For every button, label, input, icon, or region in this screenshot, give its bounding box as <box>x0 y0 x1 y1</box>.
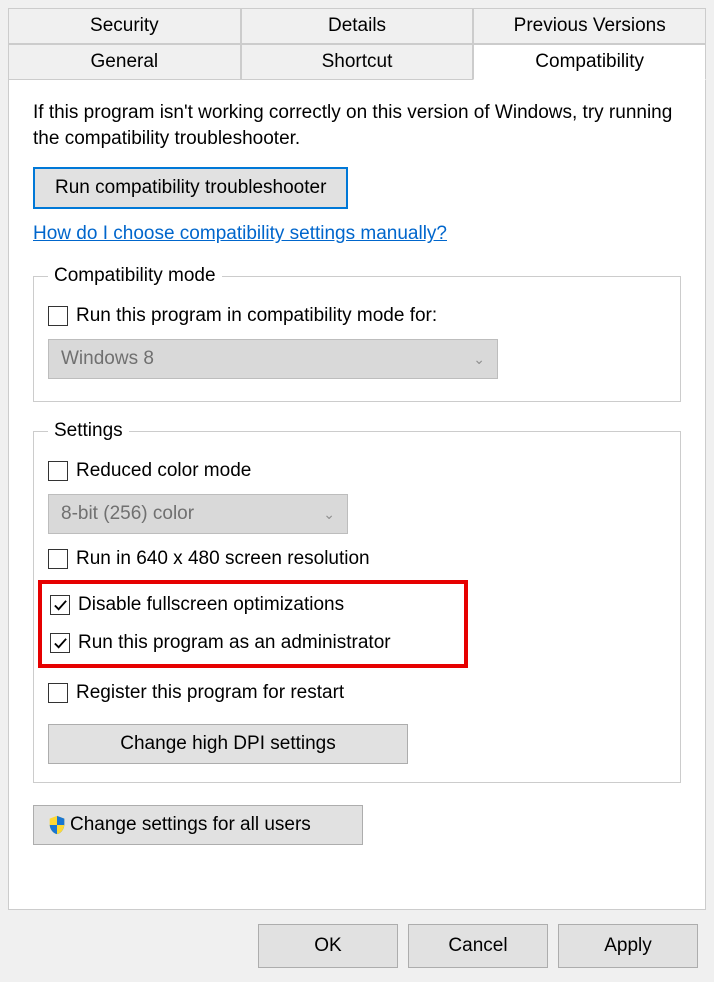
reduced-color-checkbox[interactable] <box>48 461 68 481</box>
shield-icon <box>46 814 68 836</box>
compatibility-mode-legend: Compatibility mode <box>48 265 222 287</box>
disable-fullscreen-checkbox[interactable] <box>50 595 70 615</box>
tab-compatibility[interactable]: Compatibility <box>473 44 706 80</box>
change-all-users-label: Change settings for all users <box>70 814 311 836</box>
reduced-color-label: Reduced color mode <box>76 460 251 482</box>
apply-button[interactable]: Apply <box>558 924 698 968</box>
tab-shortcut[interactable]: Shortcut <box>241 44 474 80</box>
chevron-down-icon: ⌄ <box>473 351 485 368</box>
register-restart-label: Register this program for restart <box>76 682 344 704</box>
compatibility-tab-panel: If this program isn't working correctly … <box>8 80 706 910</box>
run-as-admin-checkbox[interactable] <box>50 633 70 653</box>
intro-text: If this program isn't working correctly … <box>33 100 681 151</box>
cancel-button[interactable]: Cancel <box>408 924 548 968</box>
compat-mode-label: Run this program in compatibility mode f… <box>76 305 437 327</box>
chevron-down-icon: ⌄ <box>323 506 335 523</box>
compat-mode-checkbox[interactable] <box>48 306 68 326</box>
register-restart-checkbox[interactable] <box>48 683 68 703</box>
tab-security[interactable]: Security <box>8 8 241 44</box>
change-all-users-button[interactable]: Change settings for all users <box>33 805 363 845</box>
tab-details[interactable]: Details <box>241 8 474 44</box>
ok-button[interactable]: OK <box>258 924 398 968</box>
run-troubleshooter-button[interactable]: Run compatibility troubleshooter <box>33 167 348 209</box>
compat-mode-combo[interactable]: Windows 8 ⌄ <box>48 339 498 379</box>
compatibility-mode-group: Compatibility mode Run this program in c… <box>33 265 681 402</box>
properties-dialog: Security Details Previous Versions Gener… <box>0 0 714 982</box>
annotation-highlight: Disable fullscreen optimizations Run thi… <box>38 580 468 668</box>
run-640-checkbox[interactable] <box>48 549 68 569</box>
help-link[interactable]: How do I choose compatibility settings m… <box>33 223 447 245</box>
settings-legend: Settings <box>48 420 129 442</box>
run-640-label: Run in 640 x 480 screen resolution <box>76 548 370 570</box>
tab-strip: Security Details Previous Versions Gener… <box>8 8 706 80</box>
dialog-footer: OK Cancel Apply <box>8 910 706 982</box>
run-as-admin-label: Run this program as an administrator <box>78 632 391 654</box>
color-depth-combo-value: 8-bit (256) color <box>61 503 194 525</box>
tab-general[interactable]: General <box>8 44 241 80</box>
settings-group: Settings Reduced color mode 8-bit (256) … <box>33 420 681 783</box>
change-dpi-button[interactable]: Change high DPI settings <box>48 724 408 764</box>
tab-previous-versions[interactable]: Previous Versions <box>473 8 706 44</box>
compat-mode-combo-value: Windows 8 <box>61 348 154 370</box>
disable-fullscreen-label: Disable fullscreen optimizations <box>78 594 344 616</box>
color-depth-combo[interactable]: 8-bit (256) color ⌄ <box>48 494 348 534</box>
